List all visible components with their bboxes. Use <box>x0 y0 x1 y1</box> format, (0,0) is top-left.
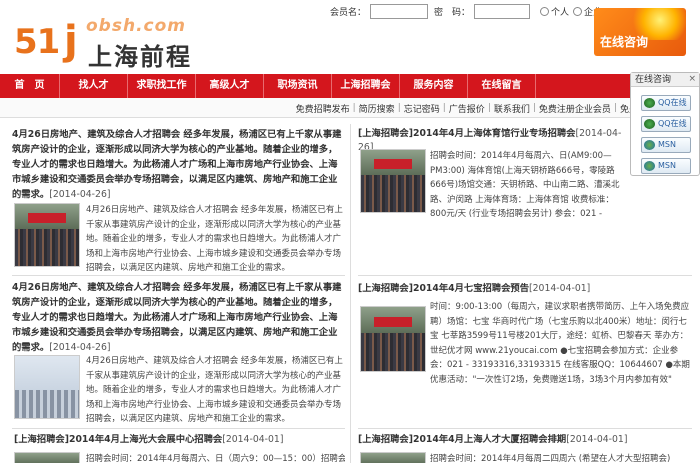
article-title-text: [上海招聘会]2014年4月七宝招聘会预告 <box>358 283 529 294</box>
article-date: [2014-04-26] <box>49 342 111 353</box>
article-body: 招聘会时间：2014年4月每周六、日（周六9：00—15：00）招聘会 <box>86 454 345 463</box>
logo-name: 上海前程 <box>88 42 192 71</box>
sub-sep: | <box>613 103 617 113</box>
sub-sep: | <box>352 103 356 113</box>
article-title-text: [上海招聘会]2014年4月上海体育馆行业专场招聘会 <box>358 128 576 139</box>
article-date: [2014-04-01] <box>222 434 284 445</box>
qq-online-button-2[interactable]: QQ在线 <box>641 116 691 132</box>
photo-banner <box>373 159 413 170</box>
article-lead[interactable]: 4月26日房地产、建筑及综合人才招聘会 经多年发展，杨浦区已有上千家从事建筑房产… <box>12 280 345 355</box>
nav-message[interactable]: 在线留言 <box>468 74 536 98</box>
row-divider <box>12 275 345 276</box>
nav-find-job[interactable]: 求职找工作 <box>128 74 196 98</box>
sub-link-register-company[interactable]: 免费注册企业会员 <box>539 102 611 115</box>
sub-sep: | <box>442 103 446 113</box>
sub-nav: 免费招聘发布 | 简历搜索 | 忘记密码 | 广告报价 | 联系我们 | 免费注册企业会员… <box>0 98 700 118</box>
sub-nav-links: 免费招聘发布 | 简历搜索 | 忘记密码 | 广告报价 | 联系我们 | 免费注册企业会员… <box>296 98 638 118</box>
site-logo[interactable]: 51 j obsh.com 上海前程 <box>14 12 194 71</box>
sub-sep: | <box>532 103 536 113</box>
job-fair-photo[interactable] <box>14 452 80 463</box>
close-icon[interactable]: × <box>688 74 696 84</box>
building-photo[interactable] <box>14 355 80 419</box>
msn-button-1[interactable]: MSN <box>641 137 691 153</box>
photo-banner <box>27 213 67 224</box>
photo-ceiling <box>361 453 425 463</box>
article-body: 时间：9:00-13:00（每周六，建议求职者携带简历、上午入场免费应聘）场馆：… <box>430 302 690 385</box>
row-divider <box>12 428 345 429</box>
photo-crowd <box>15 228 79 266</box>
radio-company[interactable] <box>573 6 583 16</box>
job-fair-photo[interactable] <box>360 149 426 213</box>
nav-career-news[interactable]: 职场资讯 <box>264 74 332 98</box>
sub-sep: | <box>397 103 401 113</box>
nav-senior-talent[interactable]: 高级人才 <box>196 74 264 98</box>
article-date: [2014-04-01] <box>566 434 628 445</box>
logo-j: j <box>64 18 78 64</box>
logo-number: 51 <box>14 22 60 62</box>
article-title[interactable]: [上海招聘会]2014年4月七宝招聘会预告[2014-04-01] <box>358 282 692 296</box>
job-fair-photo[interactable] <box>14 203 80 267</box>
article-title-text: [上海招聘会]2014年4月上海光大会展中心招聘会 <box>14 434 223 445</box>
sub-sep: | <box>487 103 491 113</box>
nav-find-talent[interactable]: 找人才 <box>60 74 128 98</box>
sub-link-forgot-password[interactable]: 忘记密码 <box>404 102 440 115</box>
member-input[interactable] <box>370 3 429 19</box>
qq-online-label: QQ在线 <box>658 98 687 107</box>
online-consult-banner[interactable]: 在线咨询 <box>594 8 686 56</box>
article-title-text: [上海招聘会]2014年4月上海人才大厦招聘会排期 <box>358 434 567 445</box>
article-lead[interactable]: 4月26日房地产、建筑及综合人才招聘会 经多年发展，杨浦区已有上千家从事建筑房产… <box>12 127 345 202</box>
site-header: 51 j obsh.com 上海前程 会员名： 密 码： 个人 企业 在线咨询 <box>0 0 700 74</box>
online-consult-widget: 在线咨询 × QQ在线 QQ在线 MSN MSN <box>630 72 700 176</box>
column-divider <box>350 124 351 463</box>
member-label: 会员名： <box>330 7 367 18</box>
article-title[interactable]: [上海招聘会]2014年4月上海人才大厦招聘会排期[2014-04-01] <box>358 433 692 447</box>
article-date: [2014-04-01] <box>529 283 591 294</box>
article-date: [2014-04-26] <box>49 189 111 200</box>
job-fair-photo[interactable] <box>360 452 426 463</box>
photo-crowd <box>361 332 425 371</box>
photo-banner <box>373 316 413 327</box>
row-divider <box>358 428 692 429</box>
msn-label: MSN <box>658 161 676 170</box>
main-nav: 首 页 找人才 求职找工作 高级人才 职场资讯 上海招聘会 服务内容 在线留言 <box>0 74 700 98</box>
msn-button-2[interactable]: MSN <box>641 158 691 174</box>
photo-building <box>15 390 79 418</box>
msn-icon <box>644 140 655 150</box>
nav-home[interactable]: 首 页 <box>0 74 60 98</box>
article-body: 招聘会时间：2014年4月每周二四周六 (希望在人才大型招聘会) <box>430 454 671 463</box>
msn-icon <box>644 161 655 171</box>
qq-icon <box>644 98 655 108</box>
sub-link-contact[interactable]: 联系我们 <box>494 102 530 115</box>
consult-banner-text: 在线咨询 <box>600 35 649 49</box>
radio-person[interactable] <box>540 6 550 16</box>
password-input[interactable] <box>474 3 531 19</box>
job-fair-photo[interactable] <box>360 306 426 372</box>
msn-label: MSN <box>658 140 676 149</box>
photo-crowd <box>361 174 425 212</box>
password-label: 密 码： <box>434 7 471 18</box>
qq-icon <box>644 119 655 129</box>
qq-online-button-1[interactable]: QQ在线 <box>641 95 691 111</box>
sub-link-resume-search[interactable]: 简历搜索 <box>359 102 395 115</box>
article-body: 招聘会时间：2014年4月每周六、日(AM9:00—PM3:00) 海体育馆(上… <box>430 151 620 219</box>
radio-person-label: 个人 <box>551 7 570 18</box>
article-body: 4月26日房地产、建筑及综合人才招聘会 经多年发展，杨浦区已有上千家从事建筑房产… <box>86 205 343 273</box>
sub-link-post-job[interactable]: 免费招聘发布 <box>296 102 350 115</box>
photo-ceiling <box>15 453 79 463</box>
sub-link-ad-price[interactable]: 广告报价 <box>449 102 485 115</box>
logo-domain: obsh.com <box>86 16 186 36</box>
article-title[interactable]: [上海招聘会]2014年4月上海光大会展中心招聘会[2014-04-01] <box>14 433 345 447</box>
login-bar: 会员名： 密 码： 个人 企业 <box>330 3 602 19</box>
nav-services[interactable]: 服务内容 <box>400 74 468 98</box>
article-body: 4月26日房地产、建筑及综合人才招聘会 经多年发展，杨浦区已有上千家从事建筑房产… <box>86 356 343 424</box>
row-divider <box>358 275 692 276</box>
nav-job-fair[interactable]: 上海招聘会 <box>332 74 400 98</box>
qq-online-label: QQ在线 <box>658 119 687 128</box>
